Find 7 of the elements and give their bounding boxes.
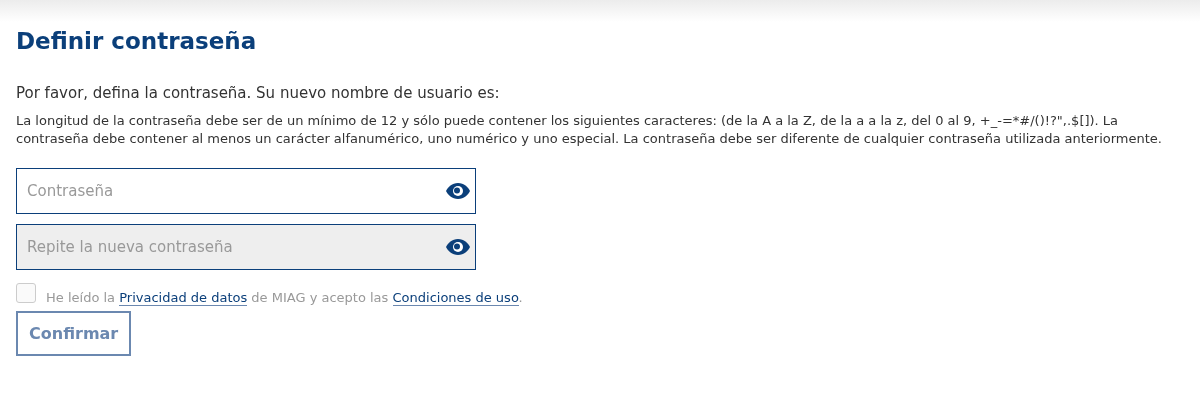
password-field[interactable]: Contraseña [16,168,476,214]
eye-icon[interactable] [446,239,470,255]
password-rules: La longitud de la contraseña debe ser de un mínimo de 12 y sólo puede contener los siguientes caracteres: (de la A a la Z, de la a a la z, del 0 al 9, +_-=*#/()!?",.$[]). La contraseña debe contener al menos un carácter alfanumérico, uno numérico y uno especial. La contraseña debe ser diferente de cualquier contraseña utilizada anteriormente. [16,112,1163,148]
page-title: Definir contraseña [16,28,258,54]
consent-text: He leído la Privacidad de datos de MIAG y acepto las Condiciones de uso. [46,290,523,305]
intro-text: Por favor, defina la contraseña. Su nuevo nombre de usuario es: [16,84,501,102]
eye-icon[interactable] [446,183,470,199]
